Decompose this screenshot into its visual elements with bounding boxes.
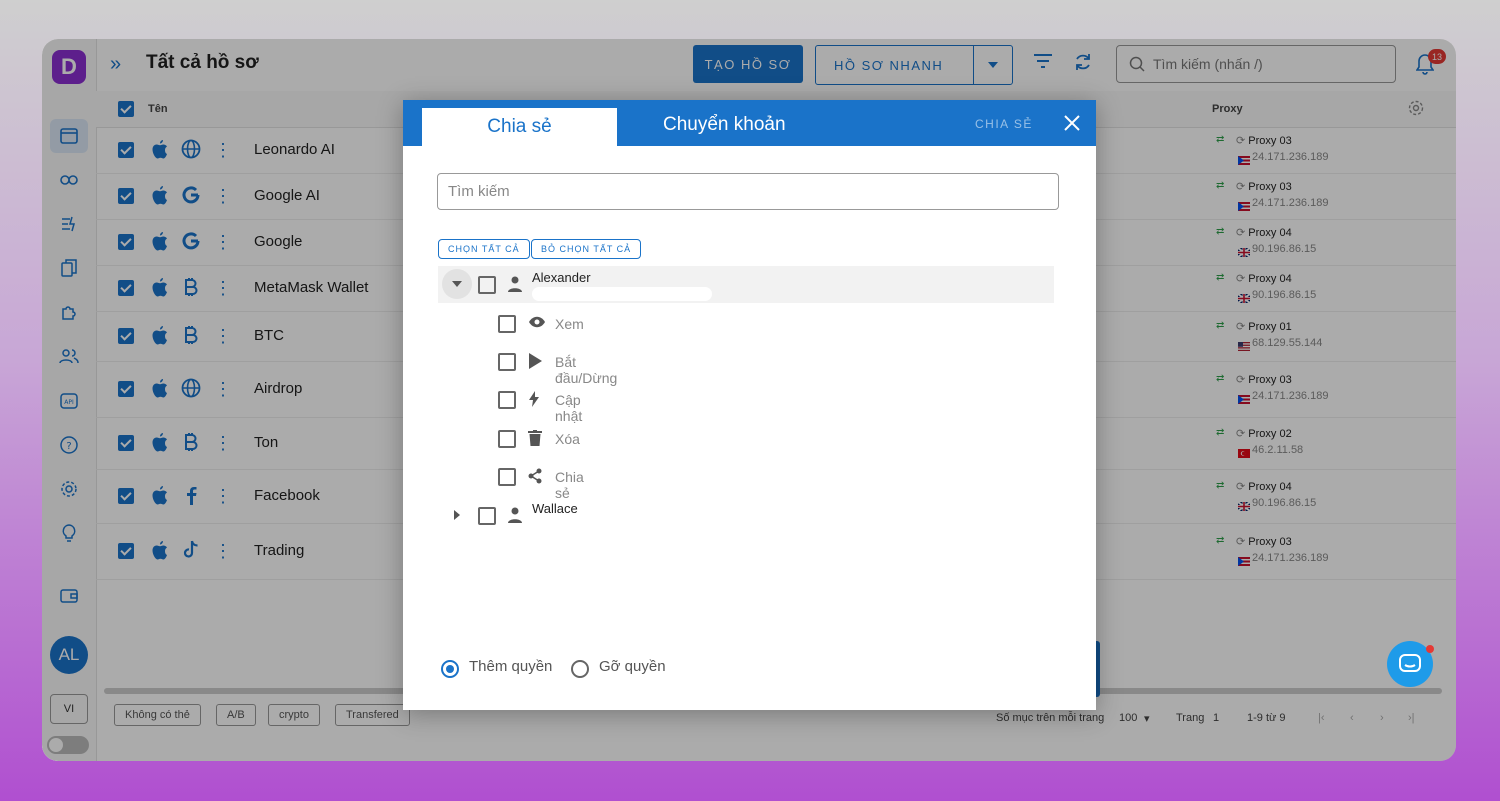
deselect-all-button[interactable]: BỎ CHỌN TẤT CẢ: [531, 239, 642, 259]
radio-add-permission[interactable]: [441, 660, 459, 678]
permission-label: Cập nhật: [555, 392, 583, 424]
select-all-button[interactable]: CHỌN TẤT CẢ: [438, 239, 530, 259]
permission-label: Xem: [555, 316, 584, 332]
person-icon: [508, 507, 522, 528]
person-icon: [508, 276, 522, 297]
tab-transfer[interactable]: Chuyển khoản: [663, 114, 786, 136]
share-icon: [528, 468, 542, 489]
close-icon[interactable]: [1062, 113, 1082, 138]
permission-label: Xóa: [555, 431, 580, 447]
chat-unread-dot: [1426, 645, 1434, 653]
radio-remove-permission[interactable]: [571, 660, 589, 678]
user-name: Alexander: [532, 270, 591, 285]
trash-icon: [528, 430, 542, 451]
user-email-redacted: [532, 287, 712, 301]
eye-icon: [528, 315, 546, 334]
permission-checkbox[interactable]: [498, 468, 516, 486]
user-name: Wallace: [532, 501, 578, 516]
dialog-header: Chia sẻ Chuyển khoản CHIA SẺ: [403, 100, 1096, 146]
user-row-alexander[interactable]: Alexander: [438, 266, 1054, 303]
user-checkbox[interactable]: [478, 507, 496, 525]
play-icon: [528, 353, 542, 374]
chevron-down-icon[interactable]: [442, 269, 472, 299]
user-checkbox[interactable]: [478, 276, 496, 294]
chevron-right-icon[interactable]: [442, 500, 472, 530]
radio-remove-label[interactable]: Gỡ quyền: [599, 658, 666, 675]
permission-label: Bắt đầu/Dừng: [555, 354, 618, 386]
user-row-wallace[interactable]: Wallace: [438, 497, 1054, 534]
tab-share[interactable]: Chia sẻ: [422, 108, 617, 146]
member-search-placeholder: Tìm kiếm: [448, 183, 510, 200]
radio-add-label[interactable]: Thêm quyền: [469, 658, 552, 675]
share-dialog: Chia sẻ Chuyển khoản CHIA SẺ Tìm kiếm CH…: [403, 100, 1096, 710]
permission-checkbox[interactable]: [498, 315, 516, 333]
member-search-input[interactable]: Tìm kiếm: [437, 173, 1059, 210]
bolt-icon: [528, 391, 540, 412]
share-submit-button[interactable]: CHIA SẺ: [975, 117, 1033, 131]
permission-checkbox[interactable]: [498, 353, 516, 371]
permission-checkbox[interactable]: [498, 430, 516, 448]
permission-checkbox[interactable]: [498, 391, 516, 409]
